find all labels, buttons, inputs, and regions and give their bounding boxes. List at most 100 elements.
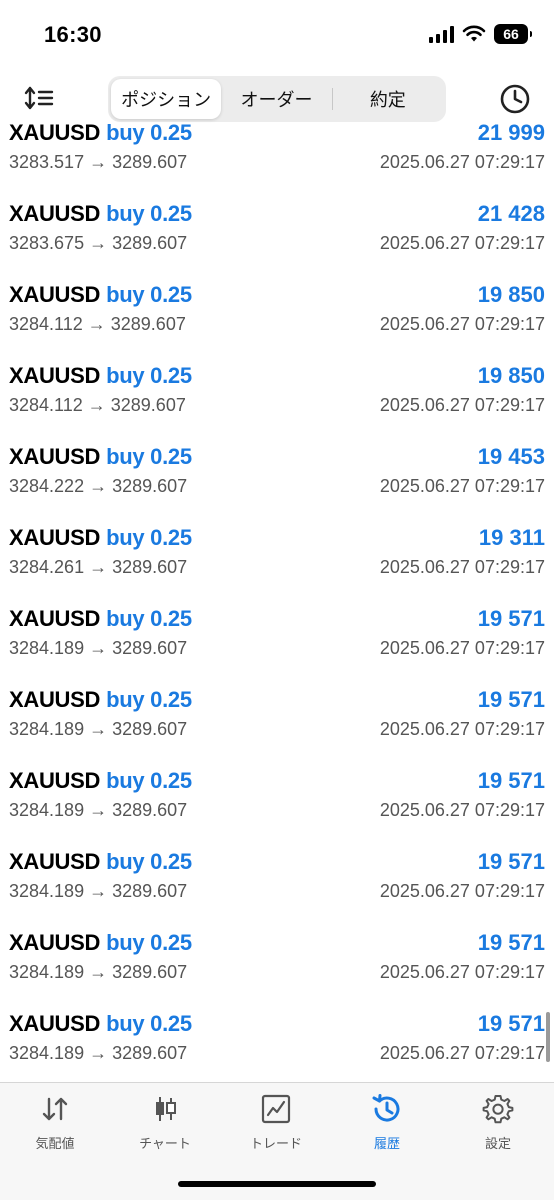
symbol-name: XAUUSD: [9, 768, 101, 793]
arrow-right-icon: →: [84, 638, 113, 658]
tab-label: チャート: [139, 1136, 191, 1151]
deal-row[interactable]: XAUUSD buy 0.25 19 571 3284.189 → 3289.607 2…: [0, 926, 554, 1007]
cellular-signal-icon: [429, 25, 454, 43]
arrow-right-icon: →: [84, 881, 113, 901]
deal-row[interactable]: XAUUSD buy 0.25 21 999 3283.517 → 3289.607 2…: [0, 124, 554, 197]
deal-row[interactable]: XAUUSD buy 0.25 19 571 3284.189 → 3289.607 2…: [0, 602, 554, 683]
tab-label: 履歴: [373, 1136, 400, 1151]
symbol-name: XAUUSD: [9, 282, 101, 307]
deal-row[interactable]: XAUUSD buy 0.25 19 571 3284.189 → 3289.607 2…: [0, 845, 554, 926]
tab-chart[interactable]: チャート: [110, 1093, 220, 1153]
close-price: 3289.607: [112, 962, 188, 982]
deal-profit: 19 850: [477, 282, 545, 307]
deal-symbol: XAUUSD buy 0.25: [9, 687, 192, 713]
deal-time: 2025.06.27 07:29:17: [379, 476, 545, 496]
deal-prices: 3284.261 → 3289.607: [9, 557, 187, 578]
status-icons: 66: [429, 24, 532, 44]
clock-icon: [500, 84, 530, 114]
close-price: 3289.607: [112, 476, 188, 496]
deal-side-volume: buy 0.25: [106, 687, 192, 712]
deal-symbol: XAUUSD buy 0.25: [9, 768, 192, 794]
deal-side-volume: buy 0.25: [106, 124, 192, 145]
history-icon: [372, 1094, 400, 1122]
deal-row[interactable]: XAUUSD buy 0.25 21 428 3283.675 → 3289.607 2…: [0, 197, 554, 278]
open-price: 3284.189: [9, 719, 85, 739]
deal-row[interactable]: XAUUSD buy 0.25 19 571 3284.189 → 3289.607 2…: [0, 683, 554, 764]
arrow-right-icon: →: [82, 395, 111, 415]
deal-side-volume: buy 0.25: [106, 930, 192, 955]
deals-list[interactable]: XAUUSD buy 0.25 21 999 3283.517 → 3289.607 2…: [0, 124, 554, 1082]
close-price: 3289.607: [112, 638, 188, 658]
deal-row[interactable]: XAUUSD buy 0.25 19 850 3284.112 → 3289.607 2…: [0, 278, 554, 359]
deal-time: 2025.06.27 07:29:17: [379, 881, 545, 901]
segment-orders[interactable]: オーダー: [221, 79, 331, 119]
deal-symbol: XAUUSD buy 0.25: [9, 525, 192, 551]
deal-side-volume: buy 0.25: [106, 201, 192, 226]
scrollbar[interactable]: [546, 1012, 550, 1062]
deal-side-volume: buy 0.25: [106, 282, 192, 307]
deal-profit: 19 571: [477, 930, 545, 955]
deal-prices: 3284.189 → 3289.607: [9, 962, 187, 983]
deal-side-volume: buy 0.25: [106, 525, 192, 550]
segment-positions[interactable]: ポジション: [111, 79, 222, 119]
close-price: 3289.607: [110, 395, 186, 415]
home-indicator[interactable]: [178, 1181, 376, 1187]
deal-prices: 3283.517 → 3289.607: [9, 152, 187, 173]
tab-history[interactable]: 履歴: [332, 1093, 442, 1153]
deal-profit: 19 850: [477, 363, 545, 388]
deals-list-inner: XAUUSD buy 0.25 21 999 3283.517 → 3289.607 2…: [0, 124, 554, 1082]
deal-prices: 3283.675 → 3289.607: [9, 233, 187, 254]
symbol-name: XAUUSD: [9, 606, 101, 631]
sort-icon: [24, 86, 54, 110]
deal-symbol: XAUUSD buy 0.25: [9, 1011, 192, 1037]
deal-time: 2025.06.27 07:29:17: [379, 314, 545, 334]
open-price: 3284.189: [9, 962, 85, 982]
close-price: 3289.607: [110, 314, 186, 334]
deal-symbol: XAUUSD buy 0.25: [9, 363, 192, 389]
close-price: 3289.607: [112, 719, 188, 739]
deal-time: 2025.06.27 07:29:17: [379, 962, 545, 982]
battery-icon: 66: [494, 24, 532, 44]
arrow-right-icon: →: [84, 962, 113, 982]
quotes-icon: [42, 1097, 68, 1121]
deal-prices: 3284.112 → 3289.607: [9, 314, 186, 335]
tab-label: 設定: [484, 1136, 511, 1151]
deal-side-volume: buy 0.25: [106, 768, 192, 793]
status-bar: 16:30 66: [0, 0, 554, 72]
trade-icon: [261, 1094, 291, 1124]
deal-prices: 3284.189 → 3289.607: [9, 881, 187, 902]
deal-prices: 3284.112 → 3289.607: [9, 395, 186, 416]
open-price: 3283.675: [9, 233, 85, 253]
symbol-name: XAUUSD: [9, 201, 101, 226]
segment-deals[interactable]: 約定: [333, 79, 443, 119]
symbol-name: XAUUSD: [9, 525, 101, 550]
tab-settings[interactable]: 設定: [443, 1093, 553, 1153]
deal-symbol: XAUUSD buy 0.25: [9, 124, 192, 146]
deal-row[interactable]: XAUUSD buy 0.25 19 571 3284.189 → 3289.607 2…: [0, 764, 554, 845]
deal-prices: 3284.189 → 3289.607: [9, 638, 187, 659]
deal-prices: 3284.189 → 3289.607: [9, 719, 187, 740]
deal-side-volume: buy 0.25: [106, 363, 192, 388]
deal-time: 2025.06.27 07:29:17: [379, 1043, 545, 1063]
deal-row[interactable]: XAUUSD buy 0.25 19 850 3284.112 → 3289.607 2…: [0, 359, 554, 440]
deal-profit: 19 453: [477, 444, 545, 469]
deal-side-volume: buy 0.25: [106, 849, 192, 874]
deal-symbol: XAUUSD buy 0.25: [9, 606, 192, 632]
close-price: 3289.607: [112, 152, 188, 172]
tab-quotes[interactable]: 気配値: [0, 1093, 110, 1153]
deal-row[interactable]: XAUUSD buy 0.25 19 311 3284.261 → 3289.607 2…: [0, 521, 554, 602]
open-price: 3284.261: [9, 557, 85, 577]
status-time: 16:30: [44, 22, 102, 47]
period-button[interactable]: [498, 82, 532, 116]
symbol-name: XAUUSD: [9, 444, 101, 469]
deal-row[interactable]: XAUUSD buy 0.25 19 571 3284.189 → 3289.607 2…: [0, 1007, 554, 1082]
segmented-control: ポジション オーダー 約定: [108, 76, 446, 122]
tab-trade[interactable]: トレード: [221, 1093, 331, 1153]
close-price: 3289.607: [112, 1043, 188, 1063]
sort-button[interactable]: [22, 82, 56, 114]
arrow-right-icon: →: [84, 152, 113, 172]
deal-time: 2025.06.27 07:29:17: [379, 638, 545, 658]
open-price: 3284.189: [9, 800, 85, 820]
deal-row[interactable]: XAUUSD buy 0.25 19 453 3284.222 → 3289.607 2…: [0, 440, 554, 521]
deal-symbol: XAUUSD buy 0.25: [9, 201, 192, 227]
